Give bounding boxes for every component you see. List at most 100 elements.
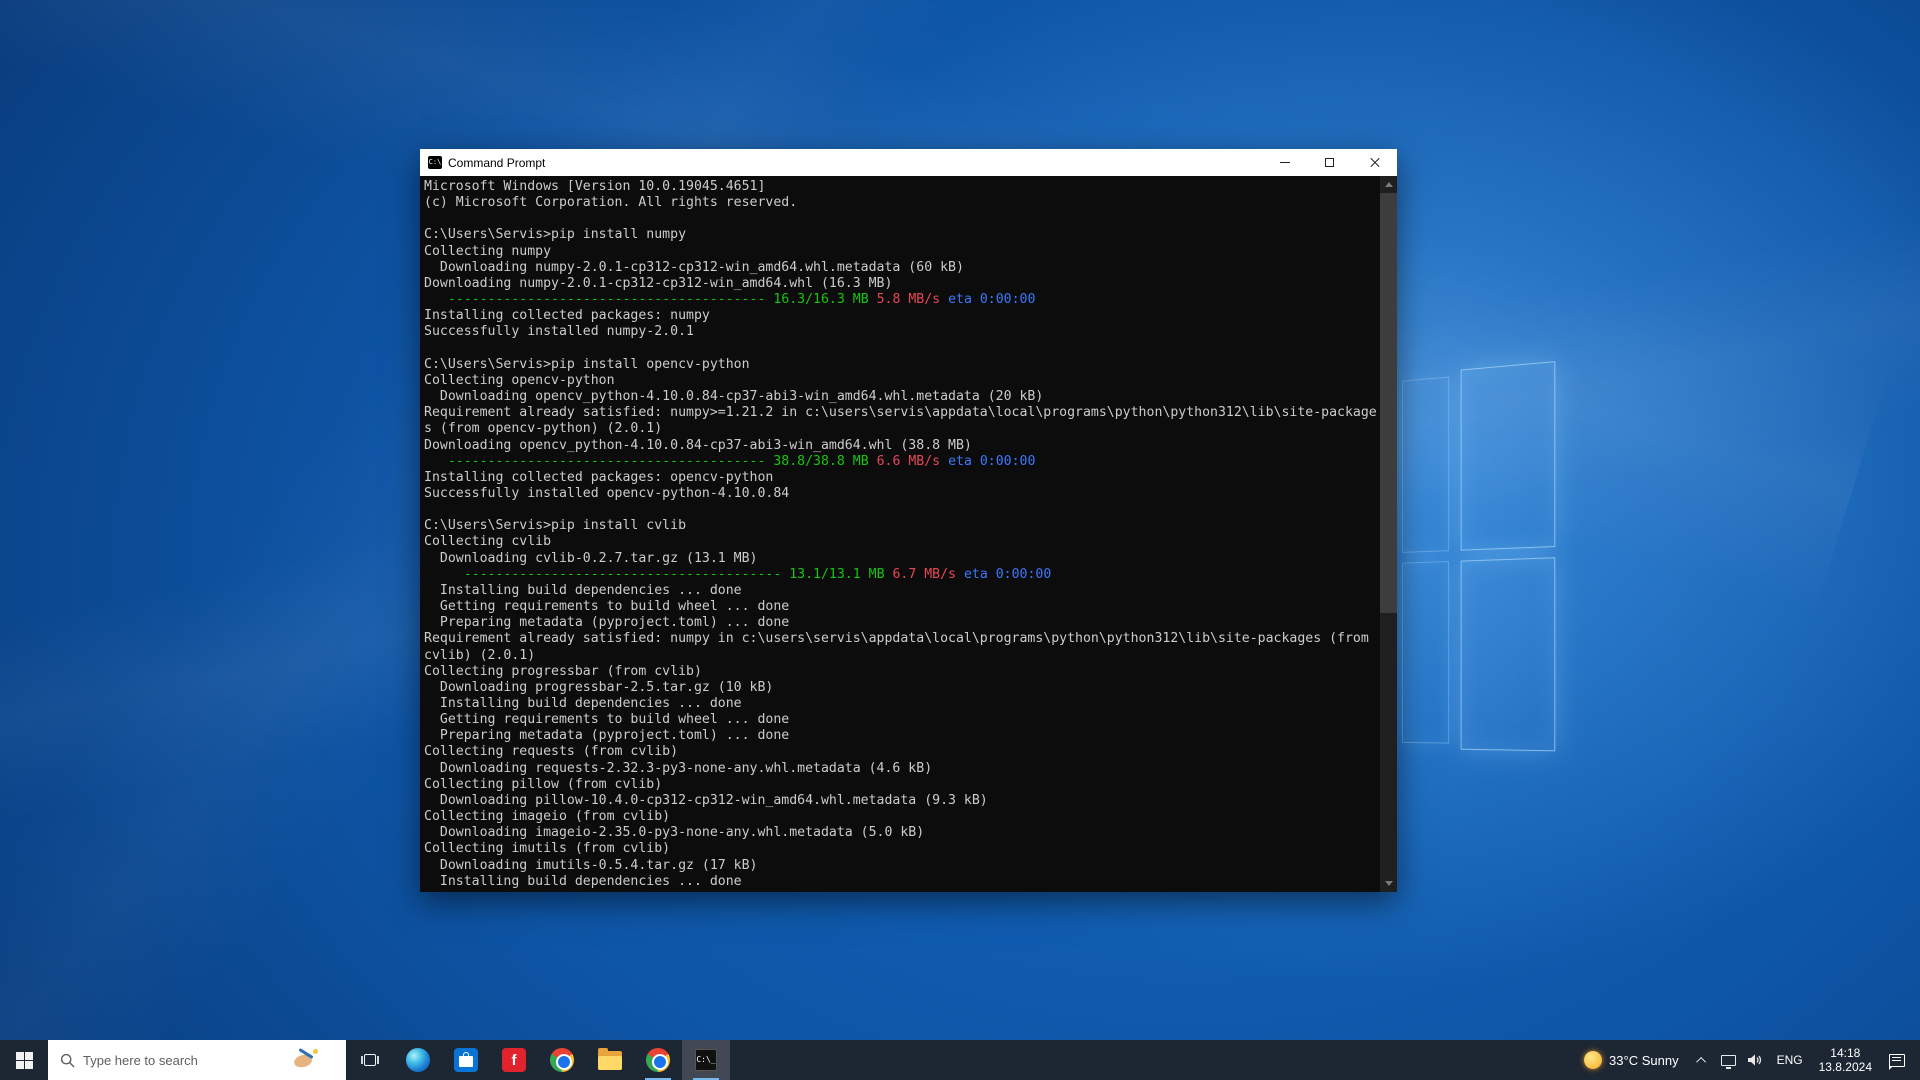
- maximize-button[interactable]: [1307, 149, 1352, 176]
- taskbar-app-file-explorer[interactable]: [586, 1040, 634, 1080]
- network-icon: [1720, 1054, 1736, 1069]
- terminal-line: s (from opencv-python) (2.0.1): [424, 421, 663, 437]
- edge-icon: [406, 1048, 430, 1072]
- terminal-line: ----------------------------------------…: [447, 292, 1036, 308]
- wallpaper-window-logo: [1402, 361, 1557, 752]
- logo-pane: [1402, 561, 1450, 744]
- terminal-line: Installing build dependencies ... done: [424, 582, 742, 598]
- action-center-button[interactable]: [1880, 1040, 1914, 1080]
- terminal-line: Collecting progressbar (from cvlib): [424, 663, 702, 679]
- store-icon: [454, 1048, 478, 1072]
- arrow-down-icon: [1384, 881, 1393, 886]
- desktop-wallpaper: C:\ Command Prompt Microsoft Windows [Ve…: [0, 0, 1920, 1080]
- terminal-line: Getting requirements to build wheel ... …: [424, 599, 790, 615]
- terminal-line: Getting requirements to build wheel ... …: [424, 712, 790, 728]
- terminal-line: ----------------------------------------…: [447, 453, 1036, 469]
- terminal-line: Preparing metadata (pyproject.toml) ... …: [424, 728, 790, 744]
- window-title: Command Prompt: [448, 155, 546, 170]
- terminal-line: Collecting imageio (from cvlib): [424, 809, 671, 825]
- terminal-line: Installing collected packages: numpy: [424, 308, 710, 324]
- terminal-line: Downloading numpy-2.0.1-cp312-cp312-win_…: [424, 259, 964, 275]
- terminal-scrollbar[interactable]: [1380, 176, 1397, 892]
- file-explorer-icon: [598, 1047, 622, 1070]
- weather-widget[interactable]: 33°C Sunny: [1572, 1040, 1691, 1080]
- terminal-line: ----------------------------------------…: [463, 566, 1052, 582]
- tray-date: 13.8.2024: [1818, 1060, 1872, 1074]
- clock[interactable]: 14:18 13.8.2024: [1811, 1046, 1880, 1074]
- tray-time: 14:18: [1830, 1046, 1861, 1060]
- minimize-icon: [1279, 162, 1290, 163]
- terminal-line: Installing build dependencies ... done: [424, 696, 742, 711]
- language-indicator[interactable]: ENG: [1769, 1040, 1811, 1080]
- scrollbar-thumb[interactable]: [1380, 193, 1397, 613]
- weather-condition: Sunny: [1641, 1052, 1679, 1068]
- command-prompt-window: C:\ Command Prompt Microsoft Windows [Ve…: [420, 149, 1397, 892]
- terminal-line: Requirement already satisfied: numpy>=1.…: [424, 405, 1377, 421]
- windows-logo-icon: [15, 1051, 33, 1069]
- terminal-line: Preparing metadata (pyproject.toml) ... …: [424, 615, 790, 631]
- terminal-line: cvlib) (2.0.1): [424, 647, 536, 663]
- taskbar-app-f[interactable]: f: [490, 1040, 538, 1080]
- terminal-line: Downloading opencv_python-4.10.0.84-cp37…: [424, 437, 972, 453]
- search-box[interactable]: Type here to search: [48, 1040, 346, 1080]
- chrome-icon: [646, 1048, 670, 1072]
- taskbar-app-store[interactable]: [442, 1040, 490, 1080]
- terminal-line: Microsoft Windows [Version 10.0.19045.46…: [424, 179, 766, 194]
- terminal-line: C:\Users\Servis>pip install cvlib: [424, 518, 687, 534]
- system-tray: 33°C Sunny ENG 14:18 13.8.2024: [1572, 1040, 1920, 1080]
- terminal-line: Downloading numpy-2.0.1-cp312-cp312-win_…: [424, 275, 893, 291]
- arrow-up-icon: [1384, 182, 1393, 187]
- terminal-line: Requirement already satisfied: numpy in …: [424, 631, 1369, 647]
- task-view-icon: [361, 1052, 379, 1068]
- task-view-button[interactable]: [346, 1040, 394, 1080]
- terminal-line: Downloading progressbar-2.5.tar.gz (10 k…: [424, 679, 774, 695]
- sun-icon: [1584, 1051, 1603, 1069]
- terminal-line: Downloading cvlib-0.2.7.tar.gz (13.1 MB): [424, 550, 758, 566]
- logo-pane: [1460, 361, 1556, 551]
- chrome-icon: [550, 1048, 574, 1072]
- terminal-line: Collecting imutils (from cvlib): [424, 841, 671, 857]
- terminal-line: (c) Microsoft Corporation. All rights re…: [424, 195, 798, 211]
- logo-pane: [1460, 557, 1556, 752]
- scroll-up-button[interactable]: [1380, 176, 1397, 193]
- logo-pane: [1402, 376, 1450, 553]
- terminal-line: Collecting requests (from cvlib): [424, 744, 679, 760]
- f-app-icon: f: [502, 1048, 526, 1072]
- window-titlebar[interactable]: C:\ Command Prompt: [420, 149, 1397, 176]
- network-button[interactable]: [1715, 1040, 1742, 1080]
- volume-button[interactable]: [1742, 1040, 1769, 1080]
- speaker-icon: [1748, 1054, 1762, 1066]
- cmd-window-icon: C:\: [428, 156, 442, 169]
- scroll-down-button[interactable]: [1380, 875, 1397, 892]
- weather-temp: 33°C: [1609, 1052, 1639, 1068]
- action-center-icon: [1888, 1053, 1905, 1070]
- cmd-icon: C:\_: [695, 1049, 717, 1071]
- taskbar-app-chrome[interactable]: [538, 1040, 586, 1080]
- taskbar-app-command-prompt[interactable]: C:\_: [682, 1040, 730, 1080]
- search-highlight-icon[interactable]: [290, 1046, 320, 1074]
- tray-expand-button[interactable]: [1691, 1040, 1715, 1080]
- search-icon: [60, 1053, 75, 1067]
- terminal-line: C:\Users\Servis>pip install numpy: [424, 227, 687, 243]
- minimize-button[interactable]: [1262, 149, 1307, 176]
- close-button[interactable]: [1352, 149, 1397, 176]
- terminal-lines: Microsoft Windows [Version 10.0.19045.46…: [424, 179, 1379, 890]
- terminal-output[interactable]: Microsoft Windows [Version 10.0.19045.46…: [420, 176, 1397, 892]
- start-button[interactable]: [0, 1040, 48, 1080]
- terminal-line: Downloading imageio-2.35.0-py3-none-any.…: [424, 825, 925, 841]
- taskbar: Type here to search f C:\_ 33°C Sunny EN…: [0, 1040, 1920, 1080]
- terminal-line: Downloading opencv_python-4.10.0.84-cp37…: [424, 389, 1044, 405]
- terminal-line: Successfully installed opencv-python-4.1…: [424, 485, 790, 501]
- taskbar-app-edge[interactable]: [394, 1040, 442, 1080]
- maximize-icon: [1325, 158, 1334, 167]
- terminal-line: Collecting numpy: [424, 243, 552, 259]
- terminal-line: Downloading requests-2.32.3-py3-none-any…: [424, 760, 933, 776]
- terminal-line: Installing collected packages: opencv-py…: [424, 469, 774, 485]
- taskbar-app-chrome-2[interactable]: [634, 1040, 682, 1080]
- terminal-line: Installing build dependencies ... done: [424, 873, 742, 889]
- terminal-line: Downloading pillow-10.4.0-cp312-cp312-wi…: [424, 792, 988, 808]
- close-icon: [1370, 158, 1380, 168]
